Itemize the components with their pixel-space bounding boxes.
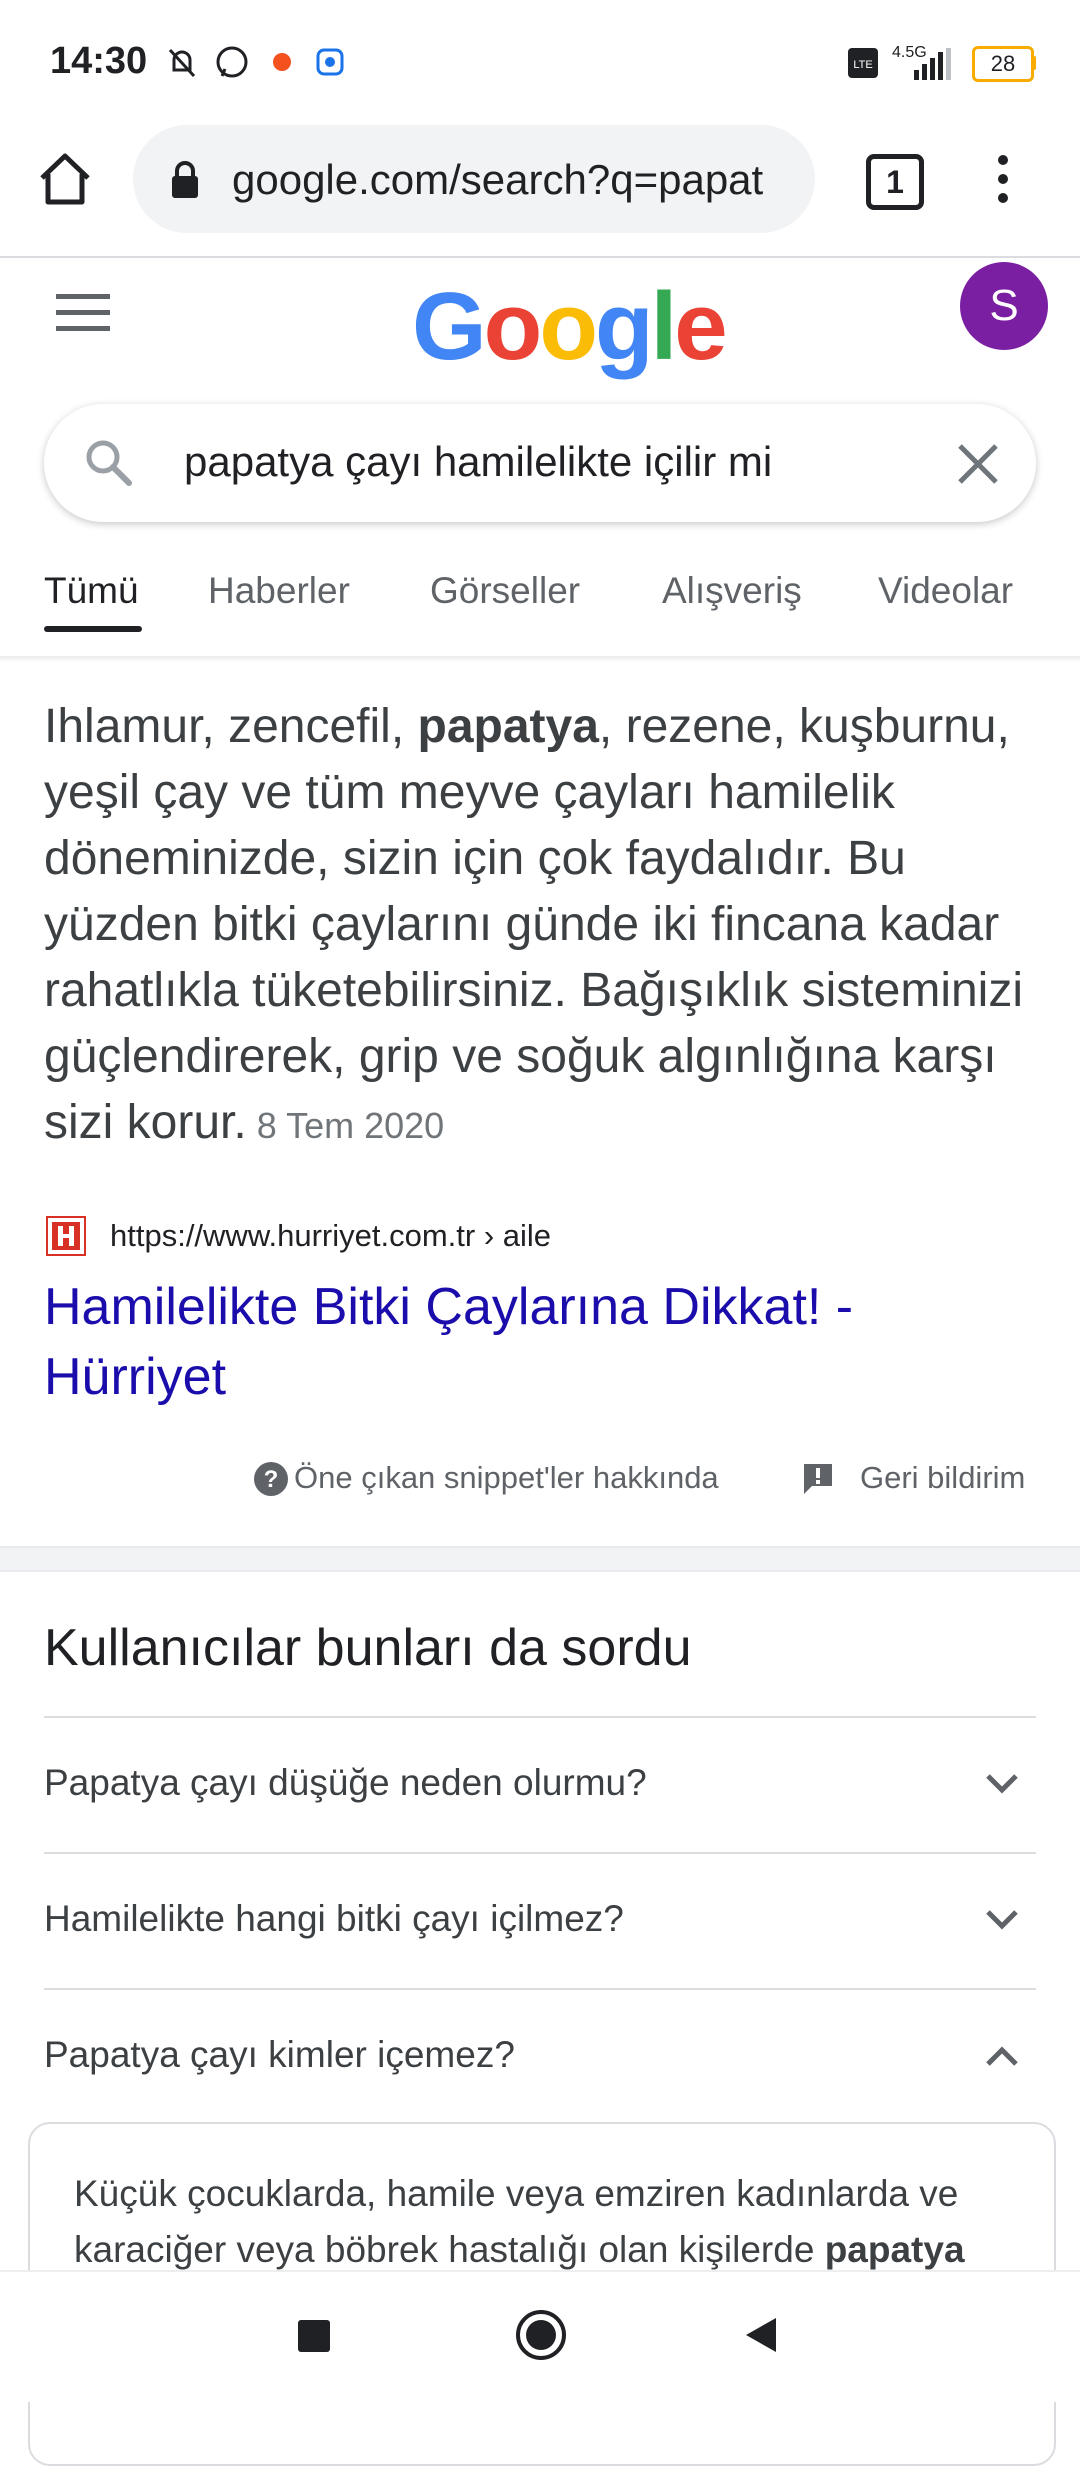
tab-switcher-button[interactable]: 1 (866, 154, 924, 210)
svg-text:?: ? (264, 1466, 279, 1493)
tab-shopping[interactable]: Alışveriş (662, 570, 802, 612)
back-icon[interactable] (740, 2314, 782, 2356)
feedback-link[interactable]: Geri bildirim (860, 1460, 1025, 1496)
battery-icon: 28 (972, 46, 1034, 82)
url-text[interactable]: google.com/search?q=papat (232, 156, 802, 204)
tab-videos[interactable]: Videolar (878, 570, 1013, 612)
section-separator (0, 1546, 1080, 1572)
hamburger-menu-icon[interactable] (56, 292, 110, 332)
logo-letter: l (650, 273, 678, 380)
paa-question[interactable]: Hamilelikte hangi bitki çayı içilmez? (44, 1898, 624, 1940)
snippet-bold: papatya (417, 700, 599, 753)
tab-images[interactable]: Görseller (430, 570, 580, 612)
home-icon[interactable] (36, 150, 94, 208)
more-menu-icon[interactable] (988, 150, 1018, 208)
chevron-up-icon[interactable] (982, 2036, 1022, 2076)
about-snippets-link[interactable]: Öne çıkan snippet'ler hakkında (294, 1460, 719, 1496)
result-url[interactable]: https://www.hurriyet.com.tr › aile (110, 1218, 551, 1254)
feedback-icon[interactable] (800, 1460, 836, 1496)
tabs-divider (0, 656, 1080, 662)
google-logo[interactable]: Google (412, 272, 728, 382)
result-title-link[interactable]: Hamilelikte Bitki Çaylarına Dikkat! - Hü… (44, 1272, 1004, 1412)
paa-question[interactable]: Papatya çayı düşüğe neden olurmu? (44, 1762, 647, 1804)
svg-text:LTE: LTE (853, 59, 872, 71)
logo-letter: e (674, 273, 727, 380)
signal-icon (914, 48, 951, 80)
paa-question-row[interactable]: Papatya çayı kimler içemez? (44, 1988, 1036, 2124)
logo-letter: o (539, 273, 598, 380)
notification-icon (273, 53, 291, 71)
snippet-text: Ihlamur, zencefil, (44, 700, 418, 753)
logo-letter: G (412, 273, 487, 380)
search-icon[interactable] (82, 436, 134, 488)
people-also-ask-title: Kullanıcılar bunları da sordu (44, 1619, 692, 1677)
site-favicon (46, 1216, 86, 1256)
chevron-down-icon[interactable] (982, 1764, 1022, 1804)
chevron-down-icon[interactable] (982, 1900, 1022, 1940)
tab-news[interactable]: Haberler (208, 570, 350, 612)
paa-question[interactable]: Papatya çayı kimler içemez? (44, 2034, 515, 2076)
lock-icon (172, 161, 198, 198)
tab-all[interactable]: Tümü (44, 570, 139, 612)
mute-icon (168, 48, 196, 78)
avatar[interactable]: S (960, 262, 1048, 350)
active-tab-indicator (44, 626, 142, 632)
clock: 14:30 (50, 40, 148, 82)
lens-icon (316, 48, 344, 76)
battery-cap (1031, 56, 1036, 70)
logo-letter: o (483, 273, 543, 380)
battery-level: 28 (990, 51, 1016, 76)
recents-icon[interactable] (296, 2318, 332, 2354)
snippet-text: , rezene, kuşburnu, yeşil çay ve tüm mey… (44, 700, 1024, 1149)
paa-question-row[interactable]: Papatya çayı düşüğe neden olurmu? (44, 1716, 1036, 1852)
help-icon[interactable]: ? (252, 1460, 290, 1498)
answer-bold: papatya (824, 2229, 965, 2270)
paa-answer-text: Küçük çocuklarda, hamile veya emziren ka… (74, 2166, 1004, 2278)
clear-icon[interactable] (956, 442, 1000, 486)
search-input[interactable]: papatya çayı hamilelikte içilir mi (184, 438, 772, 486)
featured-snippet: Ihlamur, zencefil, papatya, rezene, kuşb… (44, 694, 1044, 1159)
paa-question-row[interactable]: Hamilelikte hangi bitki çayı içilmez? (44, 1852, 1036, 1988)
snippet-date: 8 Tem 2020 (256, 1105, 445, 1146)
status-bar: 14:30 LTE 4.5G 28 (0, 0, 1080, 120)
home-nav-icon[interactable] (514, 2308, 568, 2362)
logo-letter: g (594, 273, 654, 380)
volte-icon: LTE (848, 48, 878, 78)
whatsapp-icon (216, 46, 248, 78)
